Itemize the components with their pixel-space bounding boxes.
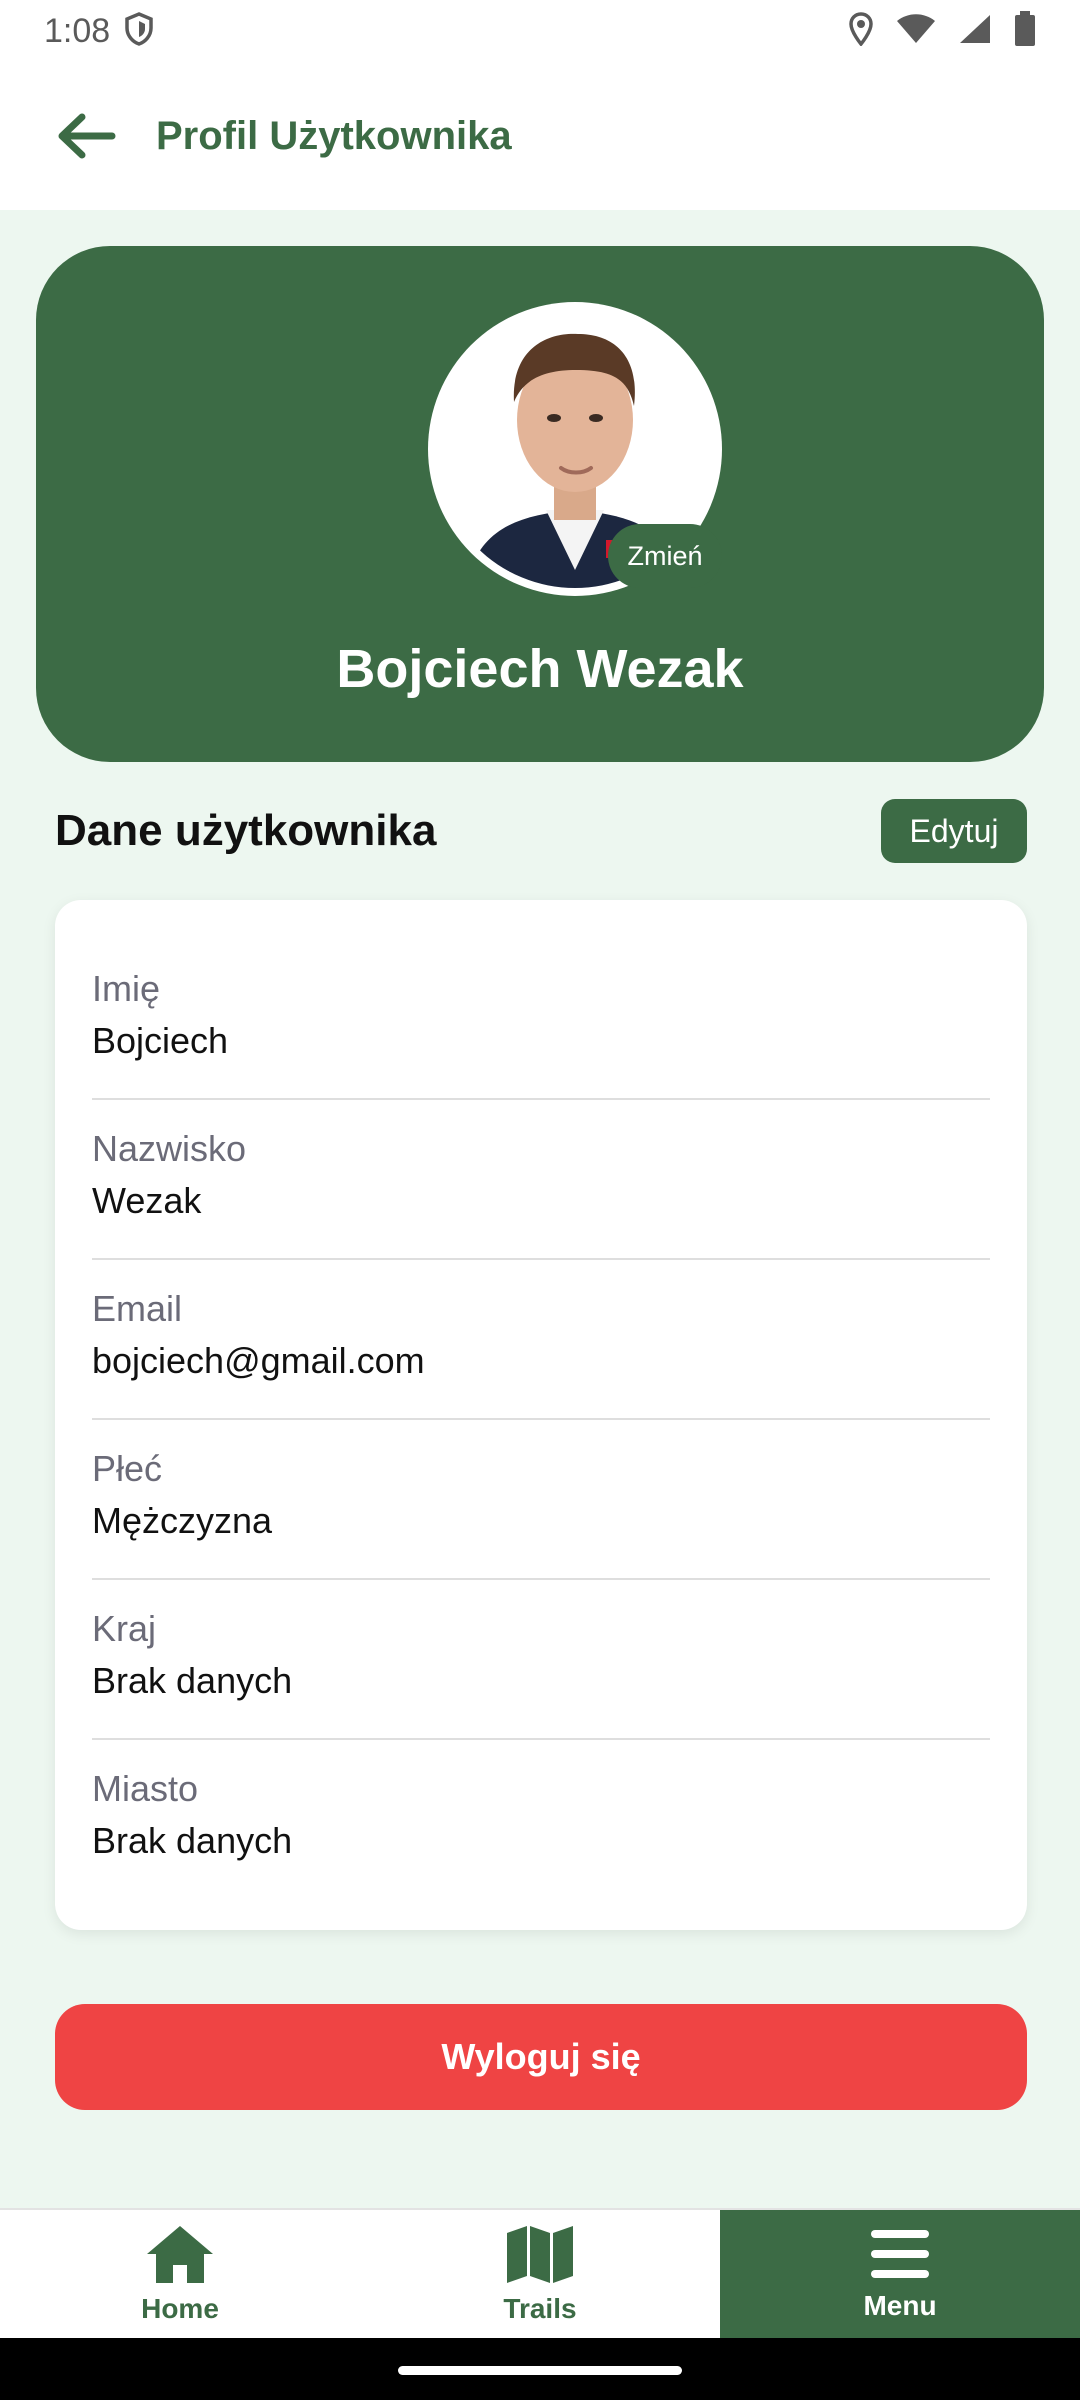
wifi-icon — [896, 13, 936, 50]
field-value: Brak danych — [92, 1660, 293, 1701]
shield-icon — [124, 11, 154, 51]
field-label: Płeć — [92, 1448, 163, 1489]
battery-icon — [1014, 10, 1036, 52]
gesture-area — [0, 2338, 1080, 2400]
nav-item-menu[interactable]: Menu — [720, 2210, 1080, 2338]
nav-item-trails[interactable]: Trails — [360, 2210, 720, 2338]
profile-name: Bojciech Wezak — [336, 639, 744, 699]
nav-label: Trails — [503, 2293, 577, 2324]
field-last-name: Nazwisko Wezak — [92, 1100, 990, 1260]
page-title: Profil Użytkownika — [156, 113, 512, 158]
field-label: Email — [92, 1288, 183, 1329]
nav-label: Home — [141, 2293, 219, 2324]
status-bar: 1:08 — [0, 0, 1080, 62]
location-icon — [848, 11, 874, 51]
field-value: bojciech@gmail.com — [92, 1340, 425, 1381]
user-data-header: Dane użytkownika Edytuj — [55, 798, 1027, 864]
status-right — [848, 10, 1036, 52]
status-left: 1:08 — [44, 12, 154, 51]
map-icon — [507, 2226, 573, 2283]
menu-icon — [871, 2230, 929, 2278]
field-value: Wezak — [92, 1180, 202, 1221]
field-value: Bojciech — [92, 1020, 229, 1061]
back-button[interactable] — [54, 104, 118, 168]
app-bar: Profil Użytkownika — [0, 62, 1080, 210]
home-icon — [147, 2226, 213, 2283]
field-label: Kraj — [92, 1608, 157, 1649]
nav-item-home[interactable]: Home — [0, 2210, 360, 2338]
user-details-card: Imię Bojciech Nazwisko Wezak Email bojci… — [55, 900, 1027, 1930]
field-gender: Płeć Mężczyzna — [92, 1420, 990, 1580]
field-label: Miasto — [92, 1768, 199, 1809]
profile-header-card: Zmień Bojciech Wezak — [36, 246, 1044, 762]
field-country: Kraj Brak danych — [92, 1580, 990, 1740]
field-first-name: Imię Bojciech — [92, 940, 990, 1100]
field-label: Nazwisko — [92, 1128, 247, 1169]
status-time: 1:08 — [44, 11, 111, 50]
nav-label: Menu — [863, 2290, 937, 2321]
field-email: Email bojciech@gmail.com — [92, 1260, 990, 1420]
edit-button[interactable]: Edytuj — [881, 799, 1027, 863]
field-city: Miasto Brak danych — [92, 1740, 990, 1900]
back-arrow-icon — [58, 113, 116, 159]
field-value: Brak danych — [92, 1820, 293, 1861]
field-value: Mężczyzna — [92, 1500, 273, 1541]
section-title: Dane użytkownika — [55, 806, 437, 855]
home-gesture-bar[interactable] — [398, 2366, 682, 2375]
field-label: Imię — [92, 968, 161, 1009]
logout-button[interactable]: Wyloguj się — [55, 2004, 1027, 2110]
signal-icon — [958, 13, 992, 50]
bottom-nav: Home Trails Menu — [0, 2208, 1080, 2338]
change-photo-button[interactable]: Zmień — [608, 524, 722, 588]
